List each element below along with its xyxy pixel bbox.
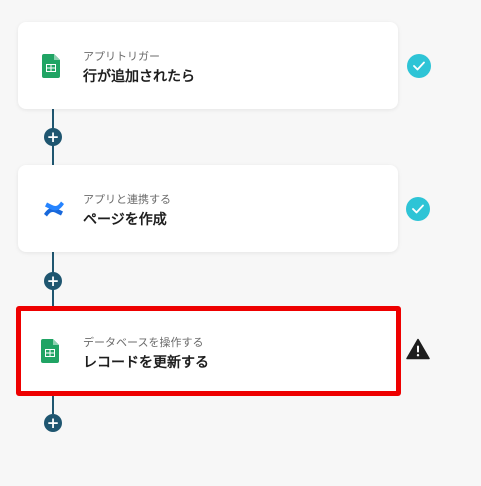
step-subtitle: データベースを操作する xyxy=(83,336,204,349)
add-step-button[interactable]: + xyxy=(44,414,62,432)
flow-step-card[interactable]: アプリトリガー 行が追加されたら xyxy=(18,22,398,109)
add-step-button[interactable]: + xyxy=(44,128,62,146)
step-subtitle: アプリトリガー xyxy=(83,50,160,63)
step-title: 行が追加されたら xyxy=(83,69,195,85)
flow-step-card[interactable]: データベースを操作する レコードを更新する xyxy=(16,306,401,396)
step-title: ページを作成 xyxy=(83,212,167,228)
add-step-button[interactable]: + xyxy=(44,272,62,290)
check-icon xyxy=(406,197,430,221)
step-subtitle: アプリと連携する xyxy=(83,193,171,206)
flow-connector xyxy=(52,396,54,414)
check-icon xyxy=(407,54,431,78)
google-sheets-icon xyxy=(42,54,60,82)
google-sheets-icon xyxy=(41,339,59,367)
step-title: レコードを更新する xyxy=(83,355,209,371)
warning-icon xyxy=(406,338,430,362)
flow-step-card[interactable]: アプリと連携する ページを作成 xyxy=(18,165,398,252)
confluence-icon xyxy=(42,197,66,225)
